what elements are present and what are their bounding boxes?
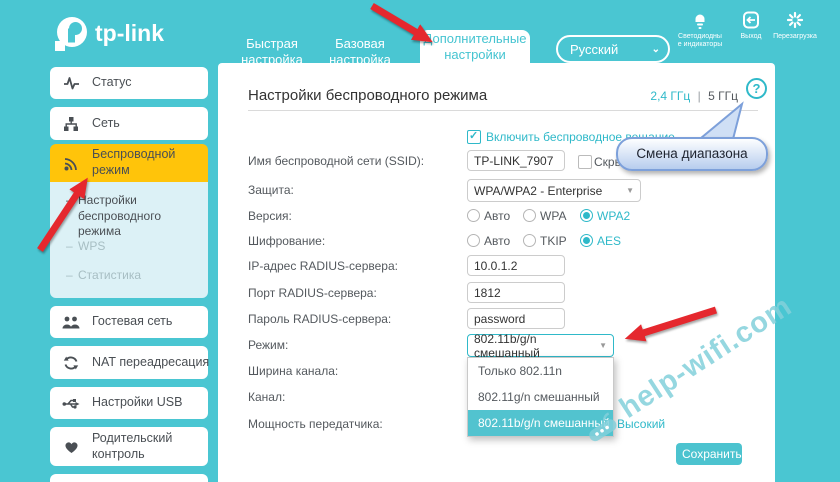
dash-marker: – bbox=[66, 239, 78, 255]
reboot-button[interactable]: Перезагрузка bbox=[772, 9, 818, 41]
tp-link-logo: tp-link bbox=[50, 8, 200, 65]
reboot-icon bbox=[784, 9, 806, 31]
encryption-radio-aes[interactable] bbox=[580, 234, 593, 247]
encryption-radio-tkip[interactable] bbox=[523, 234, 536, 247]
submenu-item-label: Настройки беспроводного режима bbox=[78, 193, 196, 240]
sidebar-item-label: NAT переадресация bbox=[92, 355, 215, 371]
tx-power-high-option[interactable]: Высокий bbox=[617, 417, 665, 431]
hide-ssid-checkbox[interactable] bbox=[578, 155, 592, 169]
submenu-item-label: WPS bbox=[78, 239, 105, 255]
sidebar-item-label: Гостевая сеть bbox=[92, 314, 208, 330]
title-divider bbox=[248, 110, 758, 111]
tab-advanced[interactable]: Дополнительные настройки bbox=[420, 30, 530, 63]
radius-ip-label: IP-адрес RADIUS-сервера: bbox=[248, 259, 398, 273]
encryption-radio-auto[interactable] bbox=[467, 234, 480, 247]
logout-icon bbox=[740, 9, 762, 31]
encryption-option-label[interactable]: TKIP bbox=[540, 234, 567, 248]
version-radio-wpa2[interactable] bbox=[580, 209, 593, 222]
logo-text: tp-link bbox=[95, 20, 164, 46]
mode-value: 802.11b/g/n смешанный bbox=[474, 332, 599, 360]
network-icon bbox=[50, 116, 92, 132]
version-label: Версия: bbox=[248, 209, 292, 223]
sidebar-item-label: Беспроводной режим bbox=[92, 147, 208, 178]
sidebar-item-nat-forwarding[interactable]: NAT переадресация bbox=[50, 346, 208, 379]
security-select[interactable]: WPA/WPA2 - Enterprise ▼ bbox=[467, 179, 641, 202]
submenu-item-label: Статистика bbox=[78, 268, 141, 284]
mode-select[interactable]: 802.11b/g/n смешанный ▼ bbox=[467, 334, 614, 357]
chevron-down-icon: ⌄ bbox=[652, 44, 660, 55]
version-option-label[interactable]: WPA2 bbox=[597, 209, 630, 223]
heart-icon bbox=[50, 439, 92, 454]
status-icon bbox=[50, 75, 92, 91]
sidebar-item-parental-controls[interactable]: Родительский контроль bbox=[50, 427, 208, 466]
sidebar-item-network[interactable]: Сеть bbox=[50, 107, 208, 140]
radius-port-input[interactable] bbox=[467, 282, 565, 303]
sidebar-item-label: Статус bbox=[92, 75, 208, 91]
submenu-item-wps[interactable]: – WPS bbox=[66, 239, 105, 255]
sidebar-item-qos[interactable]: Приоритизация bbox=[50, 474, 208, 482]
mode-label: Режим: bbox=[248, 338, 288, 352]
encryption-option-label[interactable]: Авто bbox=[484, 234, 510, 248]
radius-port-label: Порт RADIUS-сервера: bbox=[248, 286, 377, 300]
version-radio-wpa[interactable] bbox=[523, 209, 536, 222]
arrow-to-advanced-tab bbox=[372, 6, 419, 34]
mode-option[interactable]: 802.11g/n смешанный bbox=[468, 384, 613, 410]
save-button[interactable]: Сохранить bbox=[676, 443, 742, 465]
ssid-label: Имя беспроводной сети (SSID): bbox=[248, 154, 424, 168]
sidebar-item-status[interactable]: Статус bbox=[50, 67, 208, 99]
led-indicators-button[interactable]: Светодиодные индикаторы bbox=[677, 9, 723, 49]
dash-marker: – bbox=[66, 193, 78, 240]
tx-power-label: Мощность передатчика: bbox=[248, 417, 383, 431]
sidebar-item-guest-network[interactable]: Гостевая сеть bbox=[50, 306, 208, 338]
submenu-item-wireless-settings[interactable]: – Настройки беспроводного режима bbox=[66, 193, 196, 240]
page-title: Настройки беспроводного режима bbox=[248, 87, 487, 104]
encryption-option-label[interactable]: AES bbox=[597, 234, 621, 248]
logout-label: Выход bbox=[728, 33, 774, 41]
sidebar-item-wireless[interactable]: Беспроводной режим bbox=[50, 144, 208, 182]
security-label: Защита: bbox=[248, 183, 294, 197]
dropdown-arrow-icon: ▼ bbox=[599, 341, 607, 350]
radius-password-label: Пароль RADIUS-сервера: bbox=[248, 312, 391, 326]
help-icon[interactable]: ? bbox=[746, 78, 767, 99]
reboot-label: Перезагрузка bbox=[772, 33, 818, 41]
guest-network-icon bbox=[50, 315, 92, 330]
sidebar-item-label: Сеть bbox=[92, 116, 208, 132]
submenu-item-statistics[interactable]: – Статистика bbox=[66, 268, 141, 284]
enable-wireless-checkbox[interactable] bbox=[467, 130, 481, 144]
encryption-label: Шифрование: bbox=[248, 234, 325, 248]
logout-button[interactable]: Выход bbox=[728, 9, 774, 41]
mode-option-selected[interactable]: 802.11b/g/n смешанный bbox=[468, 410, 613, 436]
nat-icon bbox=[50, 355, 92, 371]
band-2-4ghz-link[interactable]: 2,4 ГГц bbox=[650, 89, 690, 103]
router-admin-page: tp-link Быстрая настройка Базовая настро… bbox=[0, 0, 840, 482]
sidebar-item-label: Родительский контроль bbox=[92, 431, 208, 462]
radius-password-input[interactable] bbox=[467, 308, 565, 329]
wireless-icon bbox=[50, 155, 92, 172]
led-icon bbox=[689, 9, 711, 31]
version-option-label[interactable]: Авто bbox=[484, 209, 510, 223]
mode-dropdown-list: Только 802.11n 802.11g/n смешанный 802.1… bbox=[467, 357, 614, 437]
sidebar-item-usb-settings[interactable]: Настройки USB bbox=[50, 387, 208, 419]
version-option-label[interactable]: WPA bbox=[540, 209, 566, 223]
radius-ip-input[interactable] bbox=[467, 255, 565, 276]
wireless-submenu: – Настройки беспроводного режима – WPS –… bbox=[50, 182, 208, 298]
channel-width-label: Ширина канала: bbox=[248, 364, 338, 378]
ssid-input[interactable] bbox=[467, 150, 565, 171]
led-indicators-label: Светодиодные индикаторы bbox=[677, 33, 723, 49]
band-change-callout: Смена диапазона bbox=[616, 137, 768, 171]
language-select[interactable]: Русский ⌄ bbox=[556, 35, 670, 63]
dropdown-arrow-icon: ▼ bbox=[626, 186, 634, 195]
version-radio-auto[interactable] bbox=[467, 209, 480, 222]
mode-option[interactable]: Только 802.11n bbox=[468, 358, 613, 384]
language-value: Русский bbox=[570, 42, 618, 57]
dash-marker: – bbox=[66, 268, 78, 284]
security-value: WPA/WPA2 - Enterprise bbox=[474, 184, 602, 198]
sidebar-item-label: Настройки USB bbox=[92, 395, 208, 411]
usb-icon bbox=[50, 396, 92, 411]
channel-label: Канал: bbox=[248, 390, 285, 404]
